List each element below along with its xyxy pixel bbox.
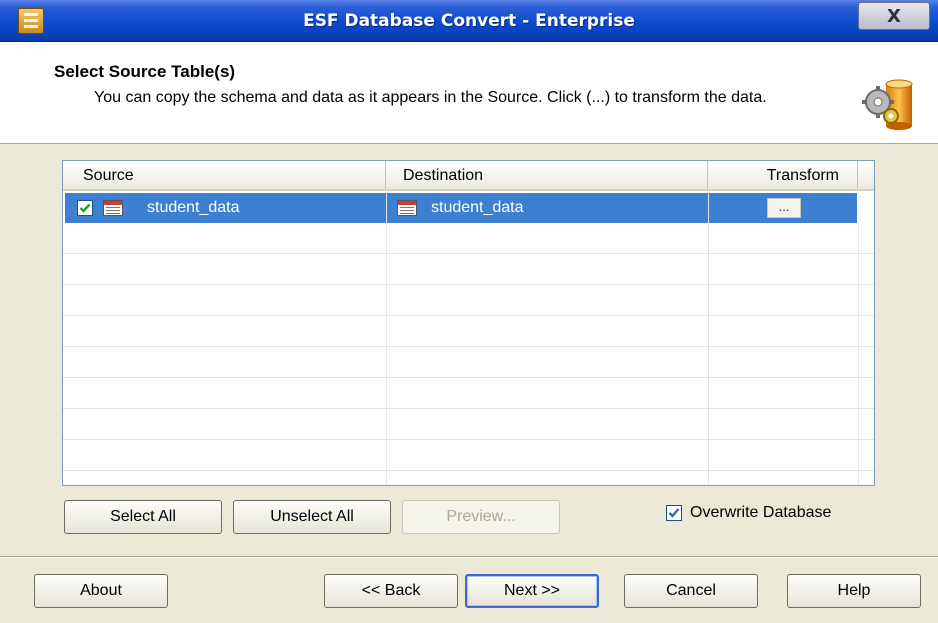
- select-all-button[interactable]: Select All: [64, 500, 222, 534]
- title-bar[interactable]: ESF Database Convert - Enterprise X: [0, 0, 938, 42]
- column-header-transform[interactable]: Transform: [708, 161, 858, 189]
- window-title: ESF Database Convert - Enterprise: [303, 11, 635, 31]
- table-icon: [397, 200, 417, 216]
- row-checkbox[interactable]: [77, 200, 93, 216]
- table-icon: [103, 200, 123, 216]
- checkmark-icon: [79, 203, 91, 213]
- close-button[interactable]: X: [858, 2, 930, 30]
- table-row[interactable]: student_data student_data ...: [65, 193, 857, 223]
- destination-table-name: student_data: [431, 199, 524, 216]
- column-header-destination[interactable]: Destination: [386, 161, 708, 189]
- transform-button[interactable]: ...: [767, 198, 801, 218]
- source-table-list[interactable]: Source Destination Transform student_dat…: [62, 160, 875, 486]
- back-button[interactable]: << Back: [324, 574, 458, 608]
- unselect-all-button[interactable]: Unselect All: [233, 500, 391, 534]
- wizard-header: Select Source Table(s) You can copy the …: [0, 42, 938, 144]
- about-button[interactable]: About: [34, 574, 168, 608]
- page-description: You can copy the schema and data as it a…: [94, 89, 767, 106]
- checkmark-icon: [668, 508, 680, 518]
- overwrite-checkbox-box[interactable]: [666, 505, 682, 521]
- preview-button[interactable]: Preview...: [402, 500, 560, 534]
- column-header-source[interactable]: Source: [63, 161, 386, 189]
- cancel-button[interactable]: Cancel: [624, 574, 758, 608]
- overwrite-database-label: Overwrite Database: [690, 504, 832, 521]
- footer-divider: [0, 556, 938, 558]
- source-table-name: student_data: [147, 199, 240, 216]
- database-gear-icon: [858, 78, 918, 132]
- close-icon: X: [887, 5, 901, 27]
- list-grid: [63, 223, 874, 485]
- next-button[interactable]: Next >>: [465, 574, 599, 608]
- overwrite-database-checkbox[interactable]: Overwrite Database: [666, 503, 831, 523]
- page-title: Select Source Table(s): [54, 62, 236, 81]
- help-button[interactable]: Help: [787, 574, 921, 608]
- list-header: Source Destination Transform: [63, 161, 874, 191]
